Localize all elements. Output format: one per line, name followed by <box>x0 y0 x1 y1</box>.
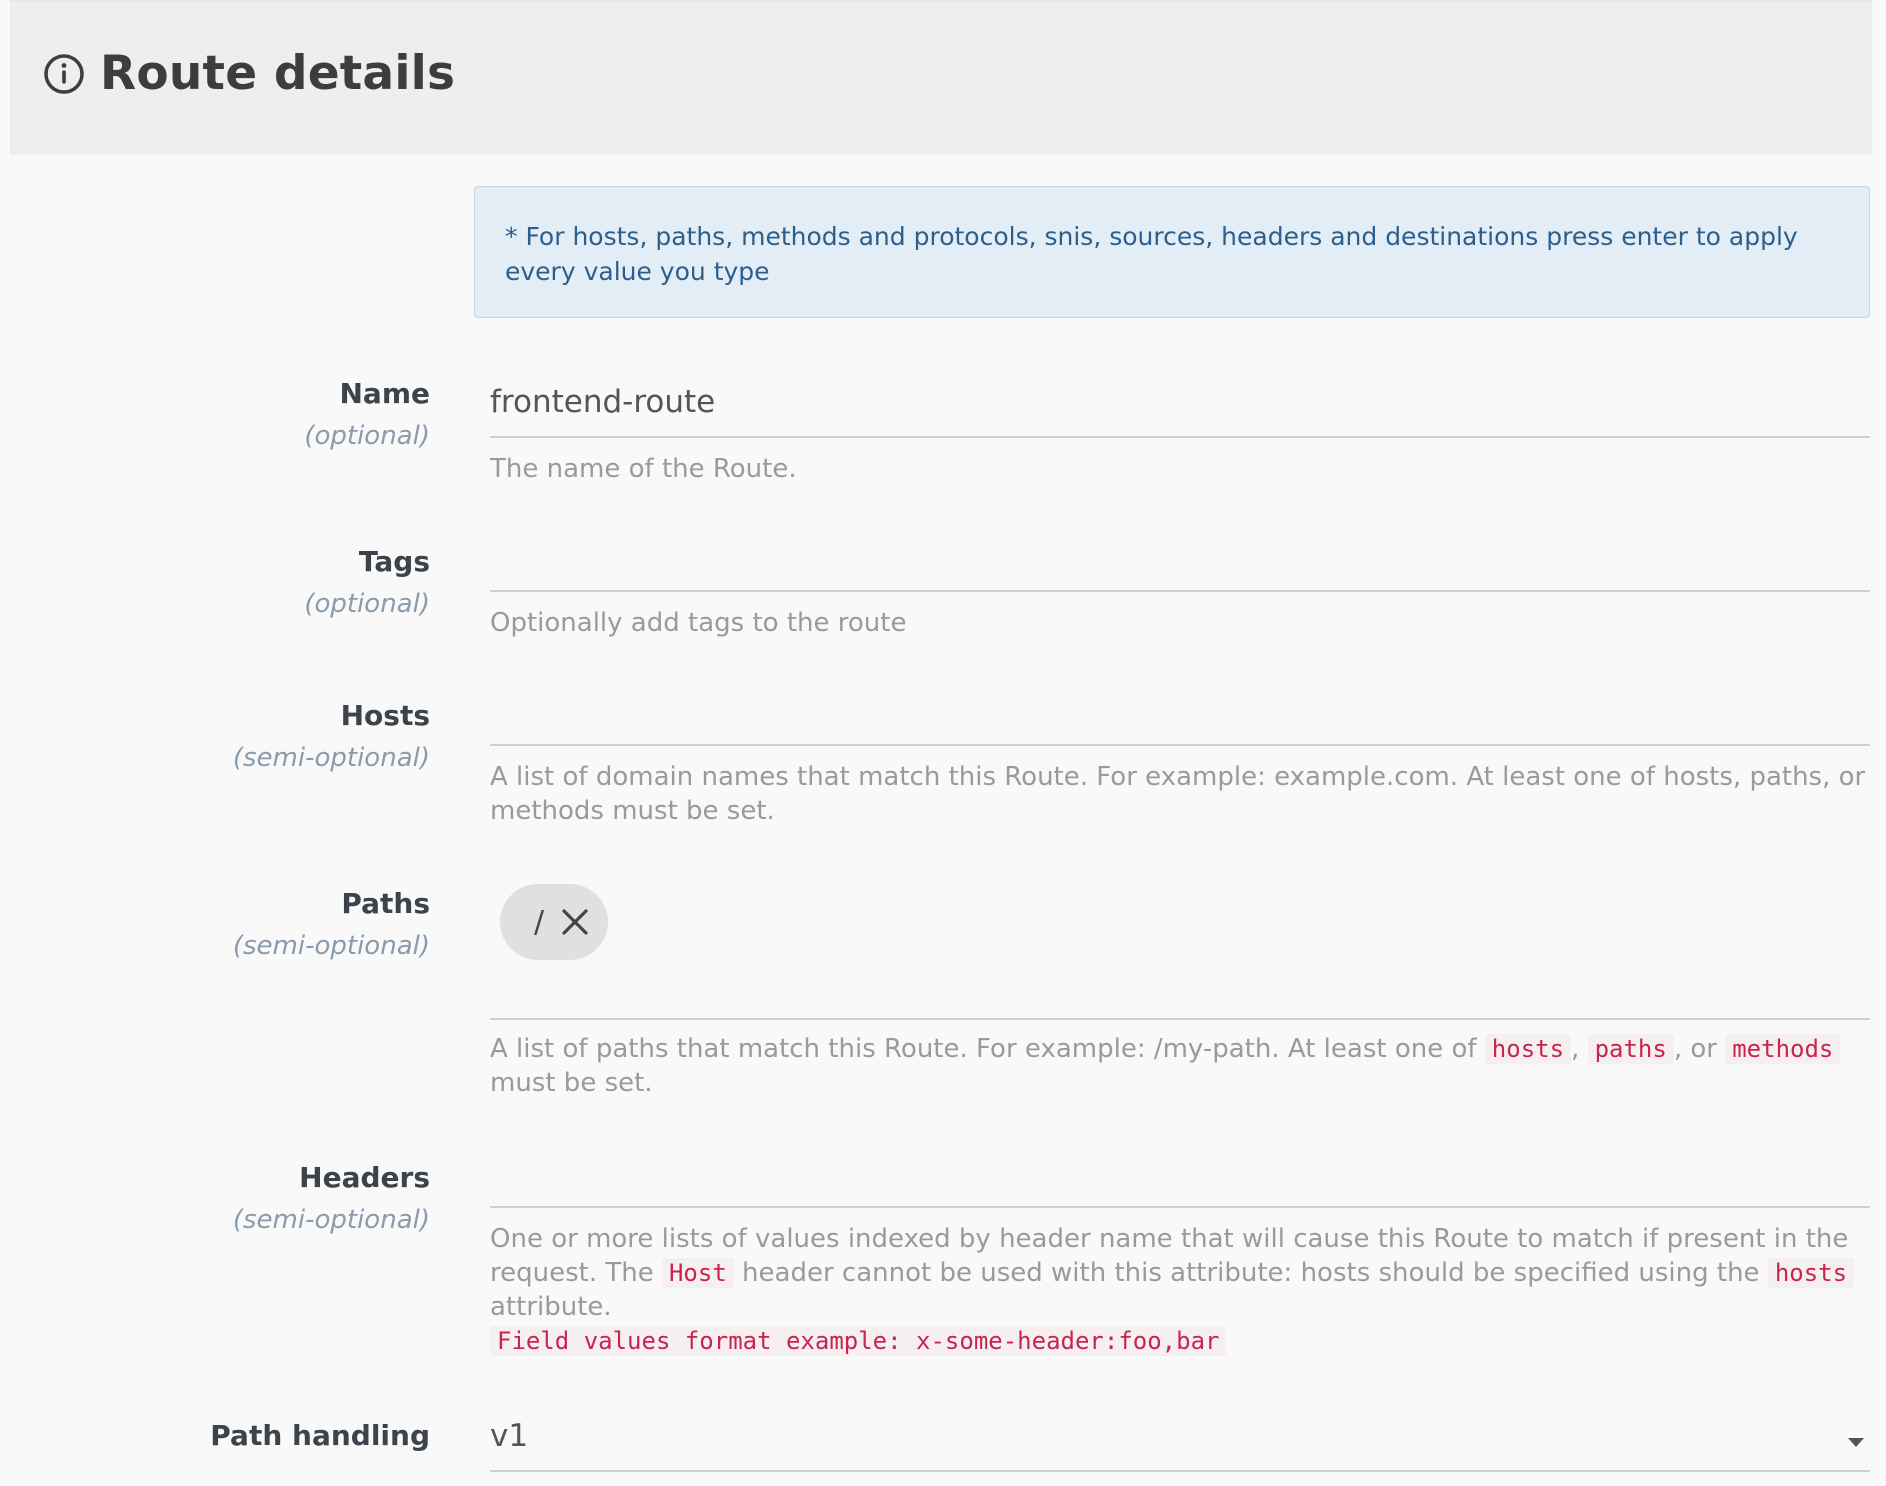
path-handling-label-group: Path handling <box>10 1418 430 1454</box>
tags-label: Tags <box>358 545 430 578</box>
headers-help-mid: header cannot be used with this attribut… <box>733 1258 1768 1288</box>
hosts-help: A list of domain names that match this R… <box>490 762 1866 826</box>
paths-help-post: must be set. <box>490 1068 653 1098</box>
paths-label: Paths <box>341 887 430 920</box>
name-field-group: frontend-route The name of the Route. <box>490 380 1870 486</box>
paths-help-code-paths: paths <box>1587 1034 1674 1064</box>
paths-help-sep2: , or <box>1673 1034 1726 1064</box>
headers-help-code-host: Host <box>661 1258 734 1288</box>
paths-field-group: / A list of paths that match this Route.… <box>490 884 1870 1100</box>
panel-header: Route details <box>10 0 1872 155</box>
hosts-label: Hosts <box>340 699 430 732</box>
paths-help: A list of paths that match this Route. F… <box>490 1032 1870 1100</box>
headers-optional-label: (semi-optional) <box>232 1205 430 1235</box>
notice-text: * For hosts, paths, methods and protocol… <box>505 222 1798 286</box>
tags-input[interactable] <box>490 534 1870 592</box>
tags-label-group: Tags (optional) <box>10 544 430 622</box>
name-input-value[interactable]: frontend-route <box>490 380 1870 436</box>
name-input[interactable]: frontend-route <box>490 380 1870 438</box>
tags-help: Optionally add tags to the route <box>490 608 907 638</box>
info-notice: * For hosts, paths, methods and protocol… <box>474 186 1870 318</box>
headers-help-code-hosts: hosts <box>1767 1258 1855 1288</box>
name-label-group: Name (optional) <box>10 376 430 454</box>
hosts-input-value[interactable] <box>490 688 1870 744</box>
path-handling-value[interactable]: v1 <box>490 1414 528 1470</box>
paths-help-sep1: , <box>1571 1034 1588 1064</box>
headers-help: One or more lists of values indexed by h… <box>490 1222 1870 1358</box>
panel-title-wrap: Route details <box>42 46 455 101</box>
headers-help-post: attribute. <box>490 1292 612 1322</box>
info-icon <box>44 53 84 94</box>
path-chip: / <box>500 884 609 960</box>
page-title: Route details <box>100 46 456 101</box>
name-optional-label: (optional) <box>304 421 430 451</box>
paths-help-pre: A list of paths that match this Route. F… <box>490 1034 1485 1064</box>
paths-label-group: Paths (semi-optional) <box>10 886 430 964</box>
paths-help-code-methods: methods <box>1725 1034 1841 1064</box>
headers-label-group: Headers (semi-optional) <box>10 1160 430 1238</box>
tags-field-group: Optionally add tags to the route <box>490 534 1870 640</box>
headers-input-value[interactable] <box>490 1150 1870 1206</box>
path-handling-label: Path handling <box>210 1419 430 1452</box>
headers-format-example: Field values format example: x-some-head… <box>490 1326 1227 1356</box>
path-chip-label: / <box>534 904 545 940</box>
name-label: Name <box>339 377 431 410</box>
hosts-optional-label: (semi-optional) <box>232 743 430 773</box>
headers-field-group: One or more lists of values indexed by h… <box>490 1150 1870 1358</box>
tags-input-value[interactable] <box>490 534 1870 590</box>
hosts-input[interactable] <box>490 688 1870 746</box>
paths-optional-label: (semi-optional) <box>232 931 430 961</box>
remove-chip-icon[interactable] <box>560 907 590 937</box>
chevron-down-icon[interactable] <box>1848 1437 1864 1447</box>
hosts-field-group: A list of domain names that match this R… <box>490 688 1870 828</box>
hosts-label-group: Hosts (semi-optional) <box>10 698 430 776</box>
headers-input[interactable] <box>490 1150 1870 1208</box>
paths-input[interactable]: / <box>490 884 1870 1020</box>
path-handling-field-group: v1 <box>490 1414 1870 1472</box>
tags-optional-label: (optional) <box>304 589 430 619</box>
name-help: The name of the Route. <box>490 454 797 484</box>
path-handling-select[interactable]: v1 <box>490 1414 1870 1472</box>
paths-help-code-hosts: hosts <box>1484 1034 1572 1064</box>
headers-label: Headers <box>299 1161 430 1194</box>
